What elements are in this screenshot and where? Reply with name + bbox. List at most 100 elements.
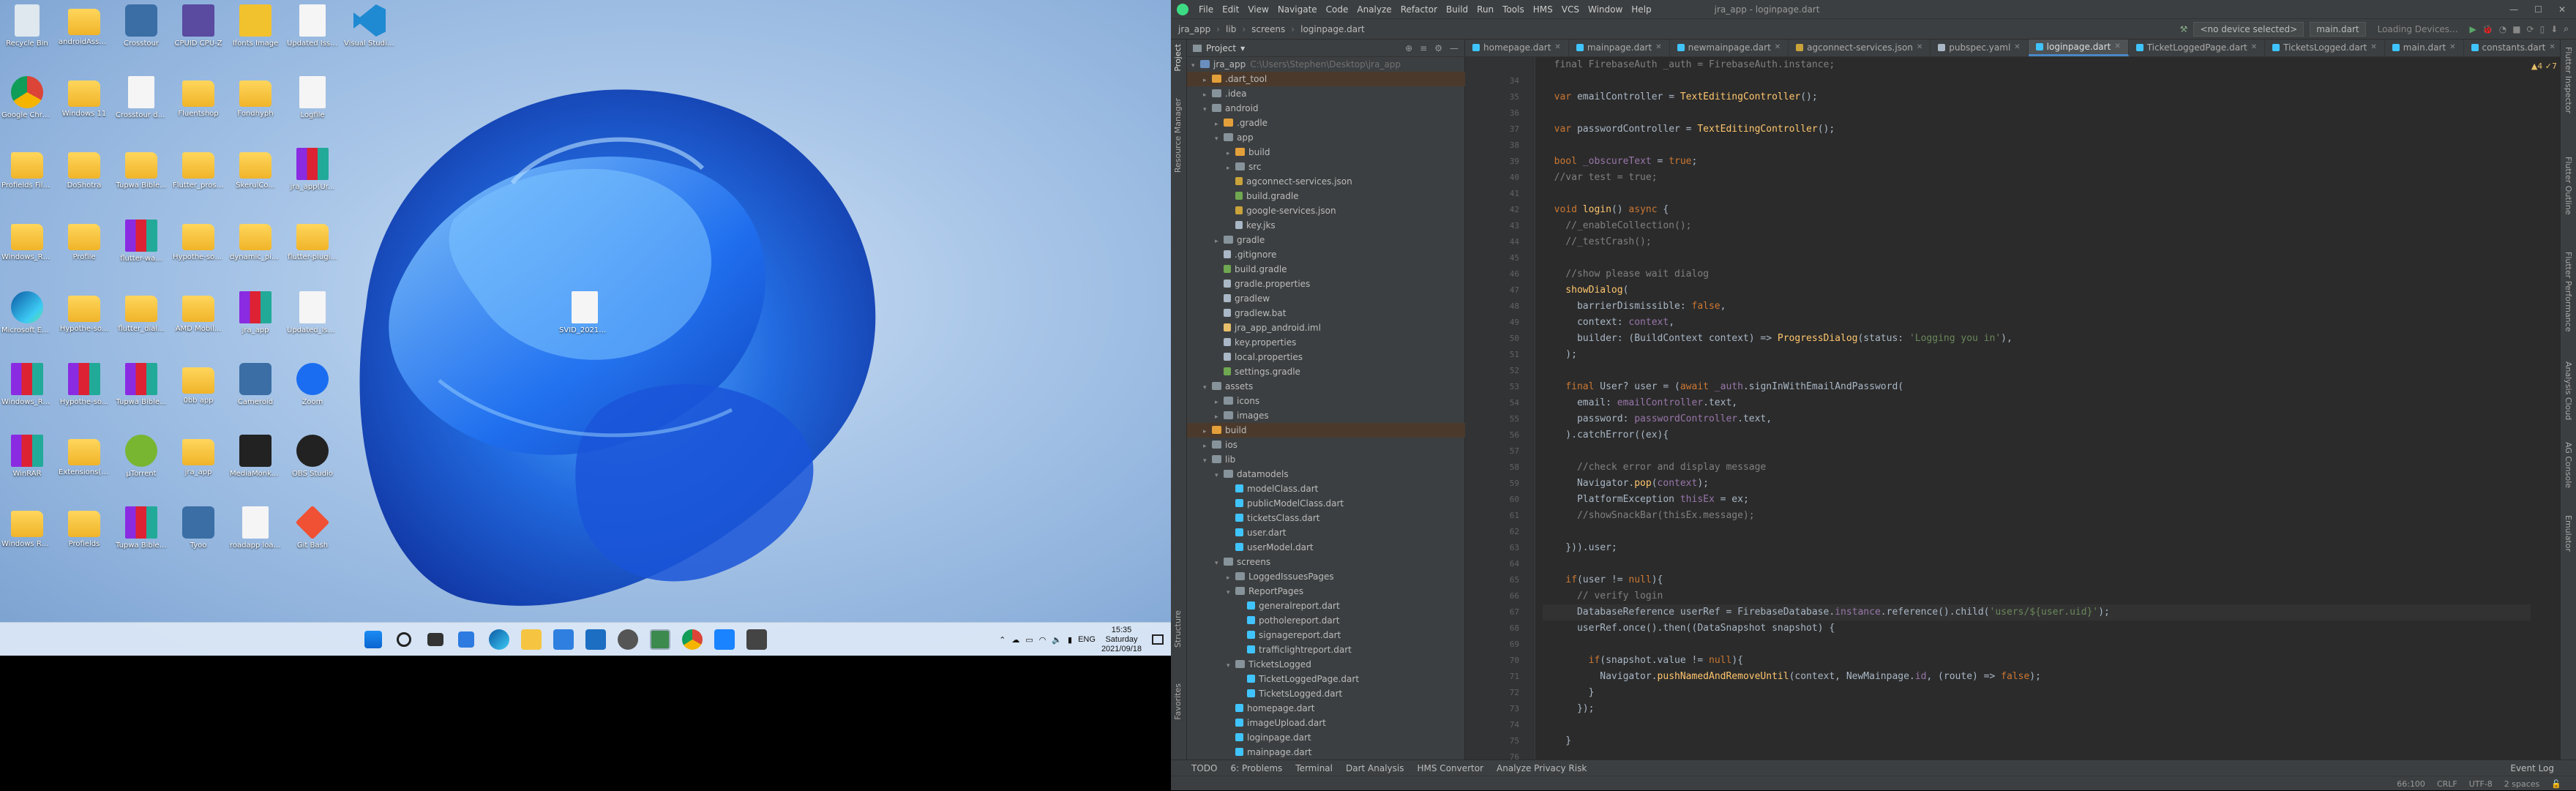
tree-item[interactable]: ▸ .idea xyxy=(1187,86,1465,101)
search-icon[interactable] xyxy=(397,632,411,647)
tree-arrow-icon[interactable]: ▾ xyxy=(1191,59,1200,73)
edge-taskbar-icon[interactable] xyxy=(489,629,509,650)
code-area[interactable]: final FirebaseAuth _auth = FirebaseAuth.… xyxy=(1543,57,2531,760)
desktop-icon[interactable]: DoShotra xyxy=(57,143,111,211)
wifi-icon[interactable]: ◠ xyxy=(1039,635,1046,645)
search-everywhere-icon[interactable]: ⌕ xyxy=(2564,23,2569,34)
tab-close-icon[interactable]: ✕ xyxy=(1655,40,1661,56)
maximize-icon[interactable]: ☐ xyxy=(2534,4,2542,15)
debug-icon[interactable]: 🐞 xyxy=(2482,24,2493,34)
tool-tab-favorites[interactable]: Favorites xyxy=(1173,683,1183,720)
file-explorer-icon[interactable] xyxy=(521,629,542,650)
editor-tab[interactable]: agconnect-services.json ✕ xyxy=(1789,40,1931,56)
tool-tab-flutter-performance[interactable]: Flutter Performance xyxy=(2564,252,2573,331)
editor-tab[interactable]: newmainpage.dart ✕ xyxy=(1670,40,1789,56)
task-view-icon[interactable] xyxy=(427,633,443,646)
tree-item[interactable]: loginpage.dart xyxy=(1187,730,1465,745)
menu-refactor[interactable]: Refactor xyxy=(1401,4,1437,15)
desktop-icon[interactable]: dynamic_pic... xyxy=(228,215,282,282)
tree-item[interactable]: ▾ lib xyxy=(1187,452,1465,467)
tree-item[interactable]: google-services.json xyxy=(1187,203,1465,218)
battery-icon[interactable]: ▮ xyxy=(1068,635,1072,645)
tree-item[interactable]: signagereport.dart xyxy=(1187,628,1465,642)
tree-item[interactable]: ▸ src xyxy=(1187,160,1465,174)
menu-tools[interactable]: Tools xyxy=(1502,4,1524,15)
tree-item[interactable]: ▸ .dart_tool xyxy=(1187,72,1465,86)
tree-item[interactable]: modelClass.dart xyxy=(1187,481,1465,496)
widgets-icon[interactable] xyxy=(458,631,474,648)
tree-item[interactable]: TicketLoggedPage.dart xyxy=(1187,672,1465,686)
device-selector[interactable]: <no device selected> xyxy=(2193,21,2304,37)
tree-arrow-icon[interactable]: ▸ xyxy=(1203,439,1212,454)
menu-window[interactable]: Window xyxy=(1588,4,1622,15)
project-view-selector[interactable]: Project xyxy=(1206,43,1236,53)
desktop-icon[interactable]: Cameroid xyxy=(228,359,282,426)
desktop-icon[interactable]: Fluentshop xyxy=(171,72,225,139)
tree-item[interactable]: homepage.dart xyxy=(1187,701,1465,716)
desktop-icon[interactable]: Zoom xyxy=(285,359,340,426)
desktop-icon[interactable]: MediaMonkey Modern ... xyxy=(228,430,282,498)
menu-edit[interactable]: Edit xyxy=(1222,4,1239,15)
tool-tab-emulator[interactable]: Emulator xyxy=(2564,515,2573,552)
desktop-icon[interactable]: Profields xyxy=(57,502,111,569)
desktop-icon[interactable]: Tyoo xyxy=(171,502,225,569)
desktop-icon[interactable]: CPUID CPU-Z xyxy=(171,0,225,67)
tool-problems[interactable]: 6: Problems xyxy=(1230,763,1282,773)
tool-tab-analysis-cloud[interactable]: Analysis Cloud xyxy=(2564,361,2573,420)
tree-item[interactable]: .gitignore xyxy=(1187,247,1465,262)
desktop-icon[interactable]: jra_app xyxy=(171,430,225,498)
tree-item[interactable]: build.gradle xyxy=(1187,189,1465,203)
inspection-widget[interactable]: ▲4 ✓7 xyxy=(2531,61,2557,71)
menu-navigate[interactable]: Navigate xyxy=(1278,4,1317,15)
tree-arrow-icon[interactable]: ▾ xyxy=(1215,468,1224,483)
tree-item[interactable]: ▾ android xyxy=(1187,101,1465,116)
tab-close-icon[interactable]: ✕ xyxy=(1775,40,1781,56)
stop-icon[interactable]: ■ xyxy=(2512,24,2520,34)
desktop-icon[interactable]: µTorrent xyxy=(114,430,168,498)
breadcrumb-item[interactable]: screens xyxy=(1251,24,1285,34)
indent-setting[interactable]: 2 spaces xyxy=(2504,779,2540,789)
menu-help[interactable]: Help xyxy=(1631,4,1651,15)
tree-item[interactable]: local.properties xyxy=(1187,350,1465,364)
tool-tab-flutter-outline[interactable]: Flutter Outline xyxy=(2564,157,2573,215)
chevron-up-icon[interactable]: ⌃ xyxy=(999,635,1006,645)
tree-item[interactable]: ▾ screens xyxy=(1187,555,1465,569)
breadcrumb-item[interactable]: lib xyxy=(1226,24,1236,34)
desktop-icon[interactable]: Logfile xyxy=(285,72,340,139)
tree-item[interactable]: publicModelClass.dart xyxy=(1187,496,1465,511)
tree-item[interactable]: ▾ assets xyxy=(1187,379,1465,394)
desktop-icon[interactable]: OBS Studio xyxy=(285,430,340,498)
editor-tab[interactable]: homepage.dart ✕ xyxy=(1465,40,1569,56)
editor-tab[interactable]: TicketsLogged.dart ✕ xyxy=(2265,40,2385,56)
editor-tab[interactable]: loginpage.dart ✕ xyxy=(2028,40,2129,56)
hammer-icon[interactable]: ⚒ xyxy=(2180,24,2188,34)
tab-close-icon[interactable]: ✕ xyxy=(2449,40,2455,56)
desktop-icon[interactable]: Hypothe-soc... xyxy=(171,215,225,282)
tree-item[interactable]: potholereport.dart xyxy=(1187,613,1465,628)
tool-tab-project[interactable]: Project xyxy=(1173,44,1183,72)
tree-item[interactable]: mainpage.dart xyxy=(1187,745,1465,760)
tree-arrow-icon[interactable]: ▸ xyxy=(1203,73,1212,88)
language-indicator[interactable]: ENG xyxy=(1078,635,1096,644)
desktop-icon[interactable]: Microsoft Edge xyxy=(0,287,54,354)
desktop-icon[interactable]: Visual Studio Code xyxy=(342,0,397,67)
tree-arrow-icon[interactable]: ▸ xyxy=(1227,146,1235,161)
tab-close-icon[interactable]: ✕ xyxy=(2370,40,2376,56)
tree-item[interactable]: ▾ app xyxy=(1187,130,1465,145)
start-button[interactable] xyxy=(364,631,382,648)
notification-icon[interactable] xyxy=(1152,634,1164,645)
menu-view[interactable]: View xyxy=(1248,4,1268,15)
tree-arrow-icon[interactable]: ▾ xyxy=(1215,556,1224,571)
menu-run[interactable]: Run xyxy=(1477,4,1494,15)
sync-icon[interactable]: ⟳ xyxy=(2527,24,2534,34)
tree-arrow-icon[interactable]: ▸ xyxy=(1215,234,1224,249)
menu-analyze[interactable]: Analyze xyxy=(1357,4,1391,15)
tree-arrow-icon[interactable]: ▸ xyxy=(1215,410,1224,424)
file-encoding[interactable]: UTF-8 xyxy=(2469,779,2493,789)
chevron-down-icon[interactable]: ▾ xyxy=(1240,43,1245,53)
tree-arrow-icon[interactable]: ▸ xyxy=(1203,88,1212,102)
volume-icon[interactable]: 🔈 xyxy=(1052,635,1062,645)
tree-item[interactable]: TicketsLogged.dart xyxy=(1187,686,1465,701)
tree-arrow-icon[interactable]: ▸ xyxy=(1227,161,1235,176)
tree-item[interactable]: ▸ icons xyxy=(1187,394,1465,408)
